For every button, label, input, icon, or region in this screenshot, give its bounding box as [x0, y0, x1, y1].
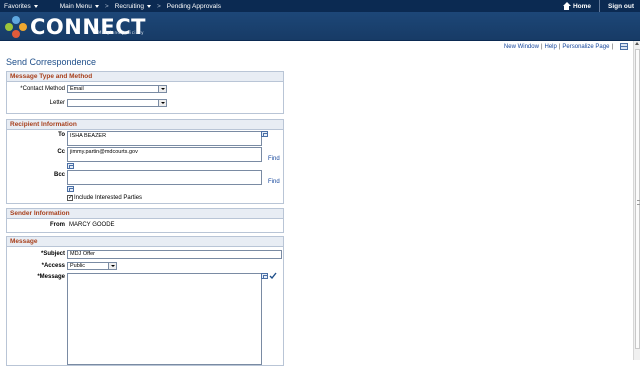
bcc-field[interactable] [67, 170, 262, 185]
cc-label: Cc [57, 149, 65, 155]
message-group: Message *Subject MDJ Offer *Access Publi… [6, 236, 284, 366]
message-heading: Message [7, 237, 283, 247]
sender-group: Sender Information From MARCY GOODE [6, 208, 284, 233]
cc-field[interactable]: jimmy.partin@mdcourts.gov [67, 147, 262, 162]
recipient-group: Recipient Information To ISHA BEAZER Cc … [6, 119, 284, 204]
new-window-link[interactable]: New Window [504, 44, 539, 50]
to-label: To [58, 132, 65, 138]
top-nav-bar: Favorites Main Menu > Recruiting > Pendi… [0, 0, 640, 12]
recipient-heading: Recipient Information [7, 120, 283, 130]
chevron-down-icon [146, 4, 151, 8]
sign-out-label: Sign out [608, 2, 634, 10]
access-label: *Access [41, 263, 65, 269]
expand-icon[interactable] [261, 273, 268, 279]
main-menu-label: Main Menu [59, 2, 92, 10]
message-textarea[interactable] [67, 273, 262, 365]
sender-heading: Sender Information [7, 209, 283, 219]
main-menu[interactable]: Main Menu [56, 0, 103, 12]
spell-check-icon[interactable] [269, 272, 277, 279]
from-value: MARCY GOODE [69, 222, 115, 228]
pending-approvals-link[interactable]: Pending Approvals [163, 0, 225, 12]
access-select[interactable]: Public [67, 262, 117, 270]
letter-select[interactable] [67, 99, 167, 107]
chevron-down-icon[interactable] [158, 86, 166, 92]
cc-find-link[interactable]: Find [268, 156, 280, 162]
home-label: Home [572, 2, 591, 10]
chevron-down-icon[interactable] [158, 100, 166, 106]
breadcrumb-separator: > [156, 2, 161, 10]
subject-label: *Subject [40, 251, 65, 257]
nav-divider [599, 0, 600, 12]
contact-method-label: *Contact Method [20, 86, 65, 92]
contact-method-value: Email [70, 86, 84, 92]
expand-icon[interactable] [67, 163, 74, 169]
logo-subtitle: Maryland Judiciary [98, 30, 144, 35]
message-type-group: Message Type and Method *Contact Method … [6, 71, 284, 114]
expand-icon[interactable] [67, 186, 74, 192]
message-type-heading: Message Type and Method [7, 72, 283, 82]
scroll-up-icon[interactable] [635, 42, 639, 45]
chevron-down-icon[interactable] [108, 263, 116, 269]
sign-out-link[interactable]: Sign out [604, 0, 640, 12]
help-link[interactable]: Help [545, 44, 557, 50]
pending-approvals-label: Pending Approvals [166, 2, 221, 10]
grid-icon[interactable] [620, 43, 628, 50]
personalize-page-link[interactable]: Personalize Page [562, 44, 609, 50]
bcc-find-link[interactable]: Find [268, 179, 280, 185]
bcc-label: Bcc [53, 172, 65, 178]
logo-mark-icon [4, 15, 28, 39]
include-parties-checkbox[interactable]: ✓ [67, 195, 73, 201]
favorites-label: Favorites [4, 2, 31, 10]
message-label: *Message [37, 274, 65, 280]
vertical-scrollbar[interactable] [633, 41, 640, 360]
chevron-down-icon [33, 4, 38, 8]
scrollbar-thumb[interactable] [635, 49, 640, 349]
breadcrumb-separator: > [104, 2, 109, 10]
link-separator: | [558, 43, 561, 50]
link-separator: | [611, 43, 613, 50]
expand-icon[interactable] [261, 131, 268, 137]
connect-logo: CONNECT Maryland Judiciary [4, 14, 146, 40]
from-label: From [50, 222, 65, 228]
subject-input[interactable]: MDJ Offer [67, 250, 282, 259]
page-title: Send Correspondence [6, 57, 97, 67]
chevron-down-icon [94, 4, 99, 8]
home-icon [562, 2, 571, 10]
banner: CONNECT Maryland Judiciary [0, 12, 640, 41]
letter-label: Letter [49, 100, 65, 106]
home-link[interactable]: Home [559, 0, 595, 12]
contact-method-select[interactable]: Email [67, 85, 167, 93]
page-links: New Window | Help | Personalize Page | [504, 43, 628, 50]
access-value: Public [70, 263, 85, 269]
recruiting-label: Recruiting [114, 2, 144, 10]
to-field[interactable]: ISHA BEAZER [67, 131, 262, 146]
logo-text: CONNECT Maryland Judiciary [30, 17, 146, 38]
link-separator: | [540, 43, 543, 50]
favorites-menu[interactable]: Favorites [0, 0, 42, 12]
recruiting-menu[interactable]: Recruiting [111, 0, 155, 12]
include-parties-label: Include Interested Parties [74, 195, 143, 201]
